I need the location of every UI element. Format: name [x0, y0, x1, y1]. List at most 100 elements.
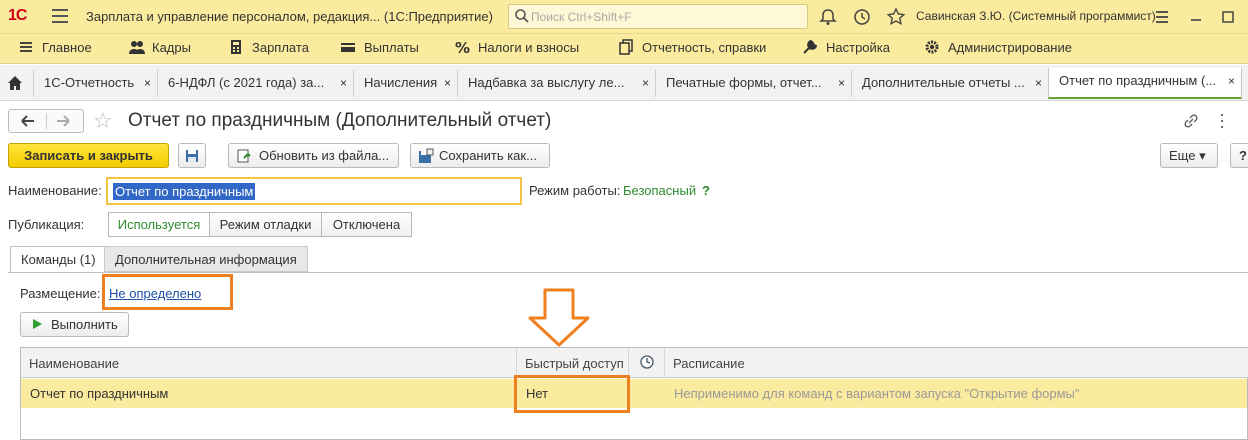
- search-box[interactable]: Поиск Ctrl+Shift+F: [508, 4, 808, 29]
- close-icon[interactable]: ×: [444, 76, 451, 90]
- menu-item-main[interactable]: Главное: [20, 40, 92, 55]
- menu-item-label: Настройка: [826, 40, 890, 55]
- column-header-schedule-icon[interactable]: [629, 348, 665, 378]
- save-as-icon: [419, 148, 434, 163]
- column-header-name[interactable]: Наименование: [21, 348, 517, 378]
- home-tab[interactable]: [0, 70, 30, 97]
- clock-icon: [640, 355, 654, 369]
- tab-holiday-report[interactable]: Отчет по праздничным (... ×: [1048, 68, 1242, 99]
- button-label: Сохранить как...: [439, 148, 537, 163]
- tab-additional-info[interactable]: Дополнительная информация: [104, 246, 308, 272]
- tab-commands[interactable]: Команды (1): [10, 246, 107, 273]
- tab-label: Дополнительные отчеты ...: [862, 75, 1025, 90]
- documents-icon: [619, 39, 633, 55]
- tab-6ndfl[interactable]: 6-НДФЛ (с 2021 года) за... ×: [157, 70, 353, 97]
- menu-item-hr[interactable]: Кадры: [129, 40, 191, 55]
- close-icon[interactable]: ×: [144, 76, 151, 90]
- help-button[interactable]: ?: [1230, 143, 1248, 168]
- wallet-icon: [341, 43, 355, 52]
- publication-option-disabled[interactable]: Отключена: [321, 212, 412, 237]
- tab-accruals[interactable]: Начисления ×: [353, 70, 457, 97]
- tab-print-forms[interactable]: Печатные формы, отчет... ×: [655, 70, 851, 97]
- menu-item-label: Зарплата: [252, 40, 309, 55]
- button-label: Обновить из файла...: [259, 148, 390, 163]
- mode-help-link[interactable]: ?: [702, 183, 710, 198]
- more-actions-icon[interactable]: · · ·: [1217, 105, 1227, 135]
- minimize-icon[interactable]: [1186, 7, 1206, 27]
- search-placeholder: Поиск Ctrl+Shift+F: [531, 10, 632, 24]
- run-button[interactable]: Выполнить: [20, 312, 129, 337]
- tab-seniority-bonus[interactable]: Надбавка за выслугу ле... ×: [457, 70, 655, 97]
- button-label: Выполнить: [51, 317, 118, 332]
- svg-text:%: %: [455, 39, 470, 55]
- cell-schedule[interactable]: Неприменимо для команд с вариантом запус…: [674, 386, 1080, 401]
- publication-option-debug[interactable]: Режим отладки: [209, 212, 322, 237]
- floppy-disk-icon: [186, 150, 198, 162]
- tab-1c-reporting[interactable]: 1С-Отчетность ×: [33, 70, 157, 97]
- save-as-button[interactable]: Сохранить как...: [410, 143, 550, 168]
- close-icon[interactable]: ×: [838, 76, 845, 90]
- tab-label: Отчет по праздничным (...: [1059, 73, 1217, 88]
- save-and-close-button[interactable]: Записать и закрыть: [8, 143, 169, 168]
- favorites-star-icon[interactable]: [886, 7, 906, 27]
- publication-option-used[interactable]: Используется: [108, 212, 210, 237]
- bell-icon[interactable]: [818, 7, 838, 27]
- tab-label: Начисления: [364, 75, 438, 90]
- menu-item-label: Налоги и взносы: [478, 40, 580, 55]
- settings-menu-icon[interactable]: [1152, 7, 1172, 27]
- down-arrow-annotation-icon: [528, 288, 590, 347]
- wrench-icon: [803, 39, 818, 54]
- save-button[interactable]: [178, 143, 206, 168]
- highlight-frame: [102, 274, 233, 310]
- name-field[interactable]: Отчет по праздничным: [106, 177, 522, 205]
- add-to-favorites-star-icon[interactable]: ☆: [93, 108, 113, 134]
- close-icon[interactable]: ×: [642, 76, 649, 90]
- tab-label: 1С-Отчетность: [44, 75, 135, 90]
- play-icon: [33, 319, 42, 329]
- publication-label: Публикация:: [8, 217, 85, 232]
- menu-item-label: Главное: [42, 40, 92, 55]
- tab-additional-reports[interactable]: Дополнительные отчеты ... ×: [851, 70, 1048, 97]
- close-icon[interactable]: ×: [1228, 74, 1235, 88]
- link-icon[interactable]: [1182, 112, 1200, 130]
- history-icon[interactable]: [852, 7, 872, 27]
- current-user[interactable]: Савинская З.Ю. (Системный программист): [916, 9, 1156, 23]
- menu-item-taxes[interactable]: % Налоги и взносы: [455, 39, 580, 55]
- back-arrow-icon[interactable]: [20, 113, 36, 129]
- close-icon[interactable]: ×: [1035, 76, 1042, 90]
- menu-item-reports[interactable]: Отчетность, справки: [619, 39, 767, 55]
- maximize-icon[interactable]: [1218, 7, 1238, 27]
- forward-arrow-icon[interactable]: [55, 113, 71, 129]
- tab-label: Печатные формы, отчет...: [666, 75, 822, 90]
- name-field-value: Отчет по праздничным: [113, 183, 256, 200]
- update-from-file-button[interactable]: Обновить из файла...: [228, 143, 399, 168]
- calculator-icon: [231, 40, 241, 54]
- tab-label: 6-НДФЛ (с 2021 года) за...: [168, 75, 325, 90]
- divider: [8, 272, 1248, 273]
- column-header-schedule[interactable]: Расписание: [665, 348, 1248, 378]
- menu-item-salary[interactable]: Зарплата: [231, 40, 309, 55]
- more-dropdown-button[interactable]: Еще ▾: [1160, 143, 1218, 168]
- close-icon[interactable]: ×: [340, 76, 347, 90]
- percent-icon: %: [455, 39, 470, 55]
- cell-name[interactable]: Отчет по праздничным: [30, 386, 168, 401]
- menu-item-admin[interactable]: Администрирование: [925, 40, 1072, 55]
- hamburger-menu-icon[interactable]: [52, 9, 68, 23]
- name-label: Наименование:: [8, 183, 102, 198]
- gear-icon: [925, 40, 939, 54]
- commands-table[interactable]: Наименование Быстрый доступ Расписание О…: [20, 347, 1248, 440]
- app-logo: 1С: [8, 7, 27, 24]
- mode-label: Режим работы:: [529, 183, 621, 198]
- menu-item-settings[interactable]: Настройка: [803, 39, 890, 55]
- page-title: Отчет по праздничным (Дополнительный отч…: [128, 110, 552, 131]
- update-file-icon: [237, 149, 251, 163]
- column-header-quick-access[interactable]: Быстрый доступ: [517, 348, 629, 378]
- menu-item-payments[interactable]: Выплаты: [341, 40, 419, 55]
- menu-item-label: Кадры: [152, 40, 191, 55]
- menu-item-label: Отчетность, справки: [642, 40, 767, 55]
- menu-item-label: Выплаты: [364, 40, 419, 55]
- table-row[interactable]: Отчет по праздничным Нет Неприменимо для…: [21, 379, 1247, 408]
- nav-buttons: [8, 109, 84, 133]
- open-windows-tabs: 1С-Отчетность × 6-НДФЛ (с 2021 года) за..…: [0, 65, 1248, 101]
- mode-value: Безопасный: [623, 183, 697, 198]
